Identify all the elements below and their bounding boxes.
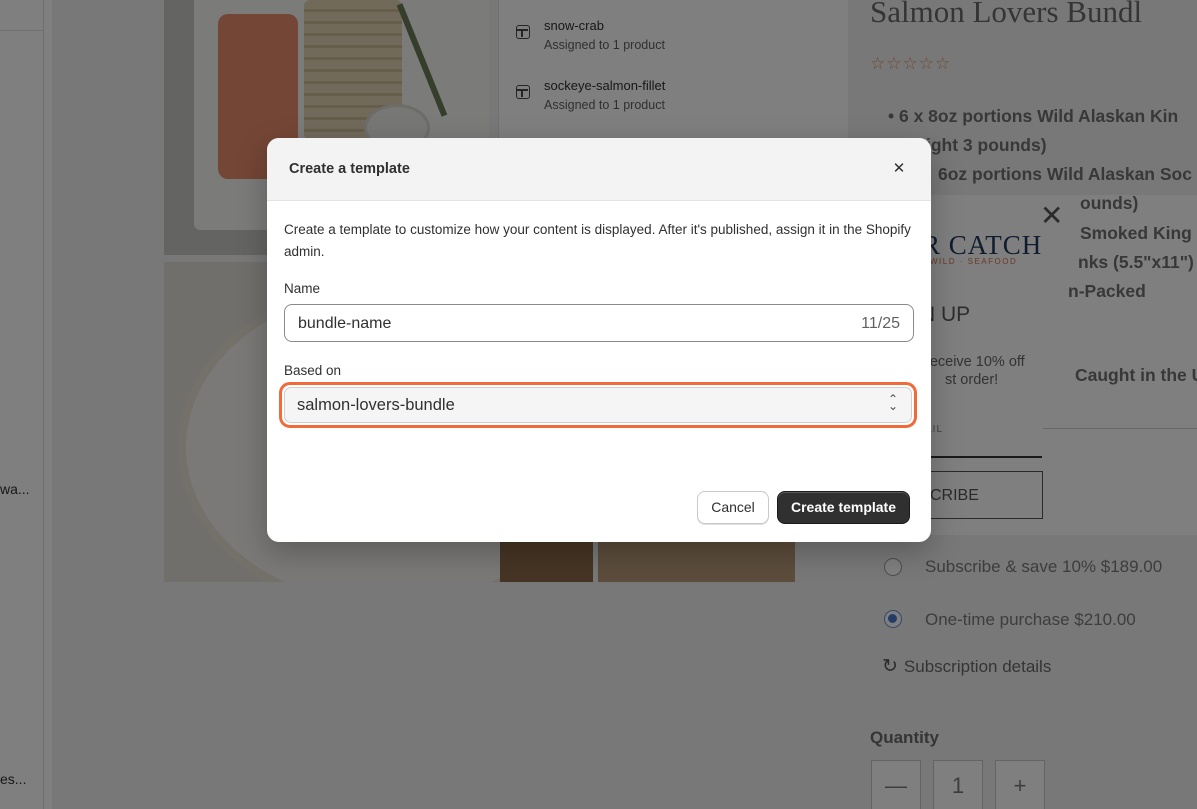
based-on-value: salmon-lovers-bundle [297,396,455,414]
based-on-select[interactable]: salmon-lovers-bundle [284,387,912,423]
create-template-dialog: Create a template ✕ Create a template to… [267,138,931,542]
dialog-header: Create a template ✕ [267,138,931,201]
character-count: 11/25 [861,315,900,332]
based-on-label: Based on [284,363,342,378]
name-label: Name [284,281,321,296]
create-template-button[interactable]: Create template [777,491,910,524]
dialog-description: Create a template to customize how your … [284,222,911,259]
name-input-value[interactable]: bundle-name [298,315,391,333]
close-icon[interactable]: ✕ [887,157,911,181]
name-input[interactable]: bundle-name 11/25 [284,304,914,342]
dialog-title: Create a template [289,161,410,177]
chevron-up-down-icon [887,392,899,416]
cancel-button[interactable]: Cancel [697,491,769,524]
